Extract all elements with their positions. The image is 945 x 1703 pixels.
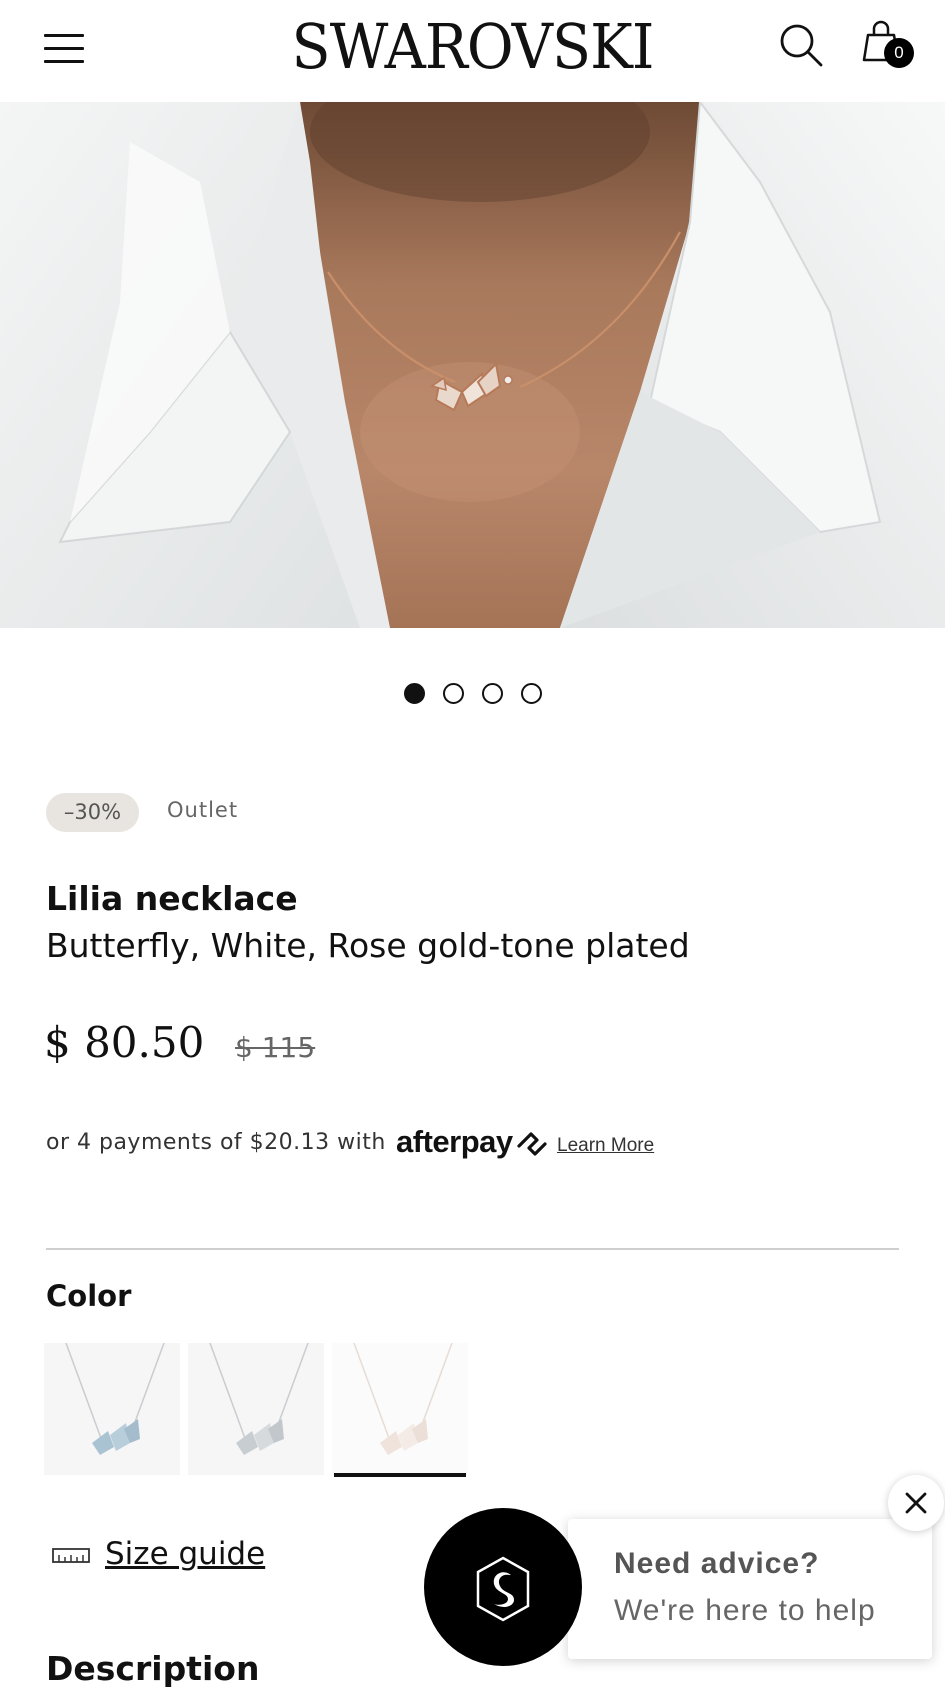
product-title: Lilia necklace	[46, 879, 298, 918]
necklace-on-model-image	[0, 102, 945, 628]
description-heading[interactable]: Description	[46, 1649, 259, 1688]
carousel-dot-2[interactable]	[442, 683, 464, 704]
carousel-dot-1[interactable]	[403, 683, 425, 704]
afterpay-icon	[517, 1132, 547, 1156]
product-image[interactable]	[0, 102, 945, 628]
carousel-dots	[0, 683, 945, 704]
product-subtitle: Butterfly, White, Rose gold-tone plated	[46, 926, 690, 965]
section-divider	[46, 1248, 899, 1250]
swan-icon	[476, 1556, 530, 1622]
site-header: SWAROVSKI 0	[0, 0, 945, 102]
color-swatch-silver[interactable]	[188, 1343, 324, 1475]
color-label: Color	[46, 1279, 132, 1313]
carousel-dot-3[interactable]	[481, 683, 503, 704]
chat-subtitle: We're here to help	[614, 1594, 876, 1627]
chat-close-button[interactable]	[888, 1475, 944, 1531]
discount-badge: –30%	[46, 793, 139, 832]
learn-more-link[interactable]: Learn More	[557, 1135, 654, 1157]
close-icon	[905, 1492, 927, 1514]
brand-logo[interactable]: SWAROVSKI	[38, 8, 907, 86]
chat-title: Need advice?	[614, 1547, 820, 1580]
carousel-dot-4[interactable]	[520, 683, 542, 704]
hamburger-menu-icon[interactable]	[44, 32, 84, 64]
afterpay-logo: afterpay	[396, 1124, 513, 1159]
installments-text: or 4 payments of $20.13 with	[46, 1130, 386, 1155]
ruler-icon	[52, 1548, 90, 1563]
necklace-thumbnail	[353, 1343, 453, 1455]
color-swatch-blue[interactable]	[44, 1343, 180, 1475]
original-price: $ 115	[235, 1031, 316, 1064]
selected-swatch-indicator	[334, 1473, 466, 1477]
search-icon[interactable]	[778, 22, 824, 68]
color-swatch-rose-gold[interactable]	[332, 1343, 468, 1475]
size-guide-link[interactable]: Size guide	[105, 1536, 265, 1572]
sale-price: $ 80.50	[44, 1018, 205, 1067]
chat-advice-card[interactable]	[568, 1519, 932, 1659]
necklace-thumbnail	[209, 1343, 309, 1455]
necklace-thumbnail	[65, 1343, 165, 1455]
cart-count-badge: 0	[884, 38, 914, 68]
outlet-tag: Outlet	[167, 798, 239, 822]
